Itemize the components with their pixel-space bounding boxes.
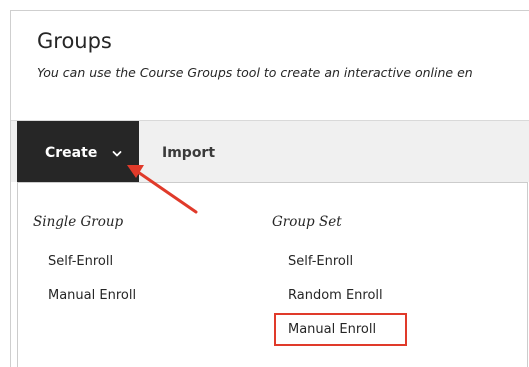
- import-button[interactable]: Import: [162, 145, 215, 162]
- page-description: You can use the Course Groups tool to cr…: [37, 65, 473, 80]
- chevron-down-icon: [112, 151, 122, 157]
- create-dropdown-menu: Single Group Self-Enroll Manual Enroll G…: [17, 182, 528, 367]
- groups-panel: Groups You can use the Course Groups too…: [10, 10, 529, 367]
- action-toolbar: Create Import: [11, 121, 529, 182]
- group-set-random-enroll[interactable]: Random Enroll: [288, 288, 383, 304]
- create-button-label: Create: [45, 145, 98, 161]
- single-group-manual-enroll[interactable]: Manual Enroll: [48, 288, 136, 304]
- group-set-self-enroll[interactable]: Self-Enroll: [288, 254, 353, 270]
- single-group-self-enroll[interactable]: Self-Enroll: [48, 254, 113, 270]
- group-set-heading: Group Set: [272, 214, 342, 230]
- manual-enroll-highlight-box: [274, 313, 407, 346]
- create-button[interactable]: Create: [17, 121, 139, 182]
- page-header: Groups You can use the Course Groups too…: [11, 11, 529, 121]
- single-group-heading: Single Group: [33, 214, 124, 230]
- page-title: Groups: [37, 29, 112, 53]
